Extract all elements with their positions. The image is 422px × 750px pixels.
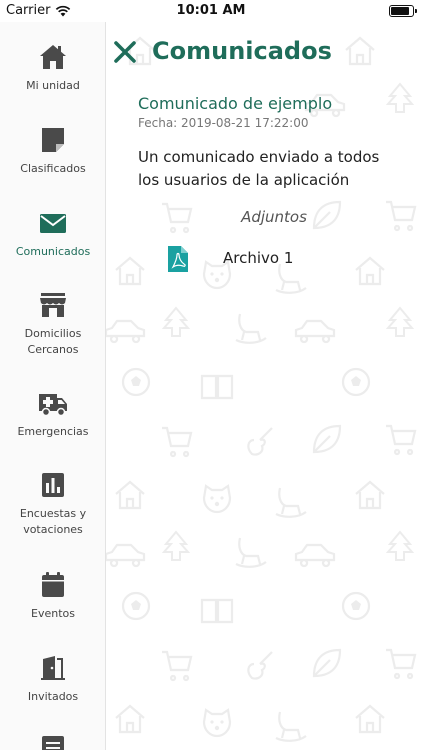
- message-date: Fecha: 2019-08-21 17:22:00: [138, 116, 309, 130]
- sticky-note-icon: [42, 128, 64, 152]
- wifi-icon: [56, 5, 71, 16]
- message-body: Un comunicado enviado a todos los usuari…: [138, 148, 380, 189]
- sidebar-item-label: Emergencias: [17, 425, 89, 438]
- bar-chart-icon: [42, 473, 64, 497]
- sidebar-item-label: Clasificados: [20, 162, 86, 175]
- store-icon: [40, 293, 66, 317]
- sidebar-item-encuestas[interactable]: Encuestas y votaciones: [0, 470, 105, 538]
- main-content: Comunicados Comunicado de ejemplo Fecha:…: [106, 22, 422, 750]
- carrier-label: Carrier: [6, 3, 51, 18]
- close-icon[interactable]: [112, 39, 138, 65]
- sidebar-item-more[interactable]: [0, 734, 105, 750]
- background-pattern: [106, 36, 417, 742]
- sidebar-item-mi-unidad[interactable]: Mi unidad: [0, 42, 105, 94]
- status-bar: Carrier 10:01 AM: [0, 0, 422, 22]
- attachment-name: Archivo 1: [223, 249, 294, 267]
- sidebar-item-clasificados[interactable]: Clasificados: [0, 125, 105, 177]
- battery-icon: [389, 5, 417, 17]
- sidebar-item-label: Invitados: [27, 690, 79, 703]
- sidebar-item-eventos[interactable]: Eventos: [0, 570, 105, 622]
- home-icon: [40, 45, 66, 69]
- sidebar-item-emergencias[interactable]: Emergencias: [0, 388, 105, 440]
- carrier-indicator: Carrier: [6, 3, 71, 18]
- sidebar-item-comunicados[interactable]: Comunicados: [0, 208, 105, 260]
- document-icon: [42, 736, 64, 750]
- sidebar-item-label: Eventos: [31, 607, 75, 620]
- sidebar-item-invitados[interactable]: Invitados: [0, 653, 105, 705]
- header: Comunicados: [106, 36, 422, 70]
- sidebar-item-domicilios-cercanos[interactable]: Domicilios Cercanos: [0, 290, 105, 358]
- sidebar-item-label: Encuestas y votaciones: [19, 507, 87, 536]
- attachment-item[interactable]: Archivo 1: [168, 244, 388, 274]
- sidebar: Mi unidad Clasificados Comunicados Domic…: [0, 22, 106, 750]
- message-title: Comunicado de ejemplo: [138, 94, 333, 113]
- ambulance-icon: [39, 394, 67, 417]
- calendar-icon: [42, 572, 64, 597]
- envelope-icon: [40, 214, 66, 233]
- pdf-icon: [168, 246, 188, 272]
- page-title: Comunicados: [152, 37, 332, 65]
- sidebar-item-label: Domicilios Cercanos: [24, 327, 82, 356]
- attachments-heading: Adjuntos: [241, 208, 307, 226]
- sidebar-item-label: Comunicados: [15, 245, 91, 258]
- sidebar-item-label: Mi unidad: [26, 79, 80, 92]
- door-icon: [41, 656, 65, 680]
